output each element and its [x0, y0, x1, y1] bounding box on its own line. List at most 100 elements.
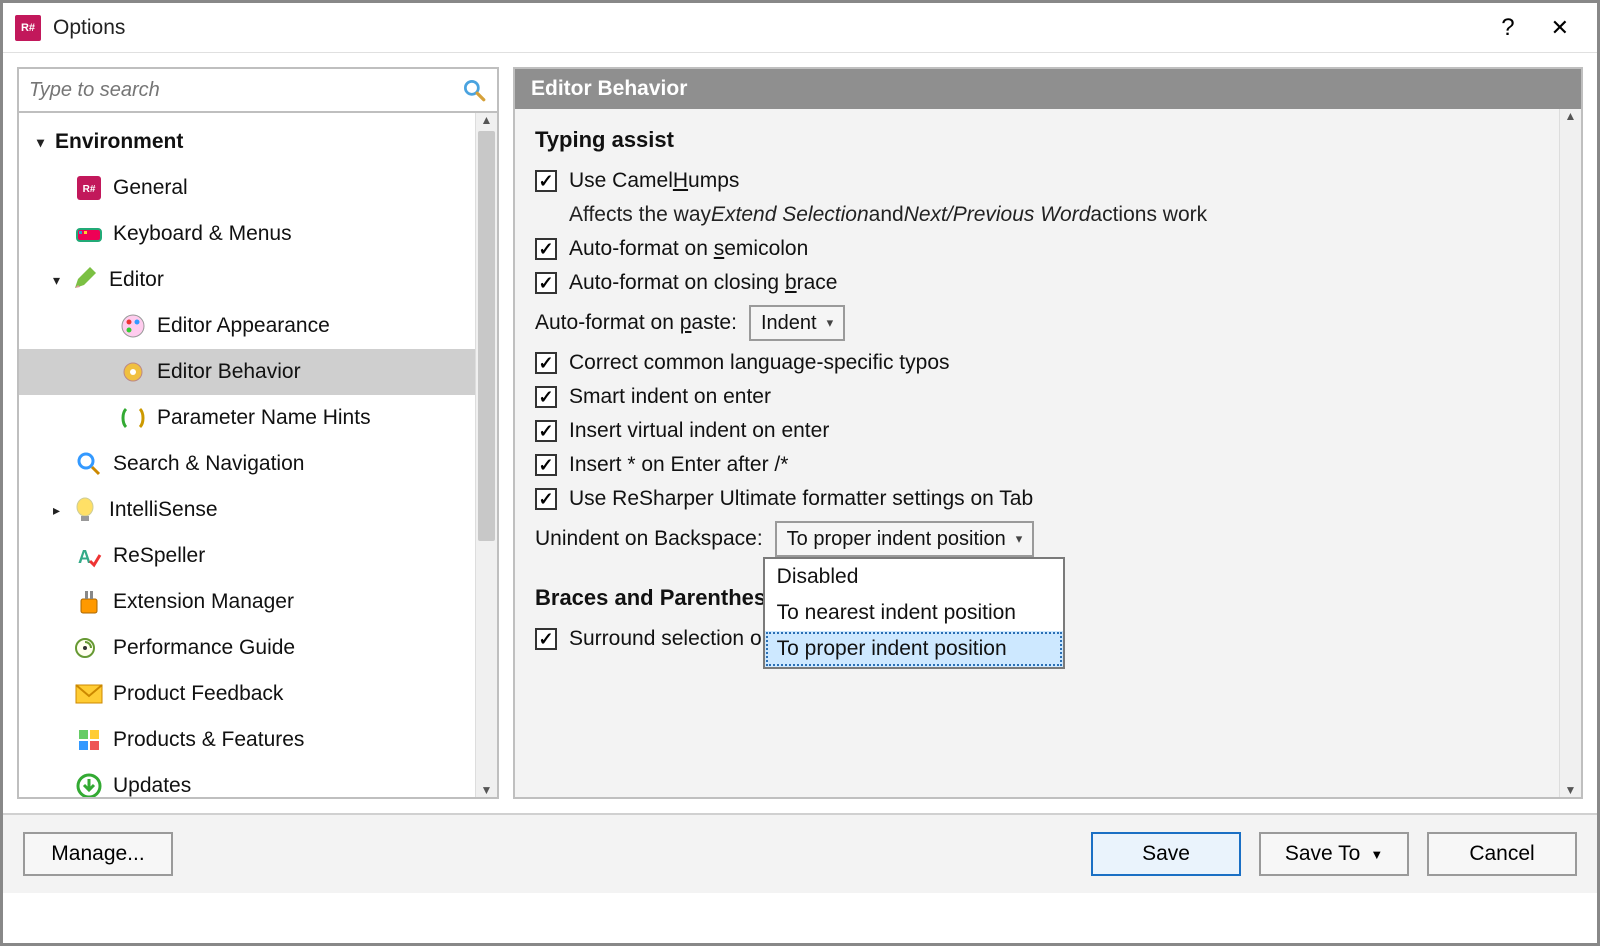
checkbox-camelhumps[interactable] — [535, 170, 557, 192]
label-autoformat-semicolon: Auto-format on semicolon — [569, 237, 808, 261]
content-scrollbar[interactable]: ▲ ▼ — [1559, 109, 1581, 797]
select-unindent[interactable]: To proper indent position ▾ — [775, 521, 1035, 557]
tree-item-performance-guide[interactable]: Performance Guide — [19, 625, 475, 671]
tree-scrollbar[interactable]: ▲ ▼ — [475, 113, 497, 797]
row-autoformat-paste: Auto-format on paste: Indent ▾ — [535, 305, 1561, 341]
label-smart-indent: Smart indent on enter — [569, 385, 771, 409]
label-autoformat-brace: Auto-format on closing brace — [569, 271, 837, 295]
checkbox-autoformat-semicolon[interactable] — [535, 238, 557, 260]
label-typos: Correct common language-specific typos — [569, 351, 950, 375]
palette-icon — [119, 312, 147, 340]
tree-item-keyboard-menus[interactable]: Keyboard & Menus — [19, 211, 475, 257]
mail-icon — [75, 680, 103, 708]
tree-item-label: General — [113, 176, 188, 200]
row-tab-formatter: Use ReSharper Ultimate formatter setting… — [535, 487, 1561, 511]
label-surround: Surround selection on — [569, 627, 773, 651]
svg-text:A: A — [78, 547, 91, 567]
section-typing-assist: Typing assist — [535, 127, 1561, 153]
checkbox-insert-star[interactable] — [535, 454, 557, 476]
tree-item-label: Products & Features — [113, 728, 304, 752]
tree-item-label: Keyboard & Menus — [113, 222, 292, 246]
tree-item-label: Editor Behavior — [157, 360, 301, 384]
footer: Manage... Save Save To ▼ Cancel — [3, 813, 1597, 893]
tree-root-environment[interactable]: ▾ Environment — [19, 119, 475, 165]
label-tab-formatter: Use ReSharper Ultimate formatter setting… — [569, 487, 1033, 511]
dropdown-unindent: Disabled To nearest indent position To p… — [763, 557, 1065, 669]
app-icon: R# — [75, 174, 103, 202]
options-tree[interactable]: ▾ Environment R# General Keyboard & Menus ▾… — [19, 113, 475, 797]
row-smart-indent: Smart indent on enter — [535, 385, 1561, 409]
respell-icon: A — [75, 542, 103, 570]
chevron-down-icon: ▼ — [1370, 847, 1383, 862]
label-unindent: Unindent on Backspace: — [535, 527, 763, 551]
dropdown-option[interactable]: Disabled — [765, 559, 1063, 595]
tree-item-label: Extension Manager — [113, 590, 294, 614]
tree-item-products-features[interactable]: Products & Features — [19, 717, 475, 763]
tree-item-parameter-name-hints[interactable]: Parameter Name Hints — [19, 395, 475, 441]
tree-item-editor-behavior[interactable]: Editor Behavior — [19, 349, 475, 395]
checkbox-typos[interactable] — [535, 352, 557, 374]
tree-item-label: Editor — [109, 268, 164, 292]
svg-text:R#: R# — [83, 184, 96, 195]
label-autoformat-paste: Auto-format on paste: — [535, 311, 737, 335]
search-input[interactable] — [29, 79, 461, 102]
chevron-down-icon: ▾ — [1016, 531, 1023, 547]
tree-item-label: ReSpeller — [113, 544, 205, 568]
titlebar: R# Options ? ✕ — [3, 3, 1597, 53]
tree-item-general[interactable]: R# General — [19, 165, 475, 211]
row-virtual-indent: Insert virtual indent on enter — [535, 419, 1561, 443]
tree-item-editor-appearance[interactable]: Editor Appearance — [19, 303, 475, 349]
save-to-button[interactable]: Save To ▼ — [1259, 832, 1409, 876]
tree-item-search-navigation[interactable]: Search & Navigation — [19, 441, 475, 487]
dropdown-option[interactable]: To proper indent position — [765, 631, 1063, 667]
sidebar: ▾ Environment R# General Keyboard & Menus ▾… — [17, 67, 499, 799]
checkbox-autoformat-brace[interactable] — [535, 272, 557, 294]
label-camelhumps: Use CamelHumps — [569, 169, 739, 193]
close-button[interactable]: ✕ — [1535, 15, 1585, 41]
row-unindent: Unindent on Backspace: To proper indent … — [535, 521, 1561, 557]
tree-item-product-feedback[interactable]: Product Feedback — [19, 671, 475, 717]
row-insert-star: Insert * on Enter after /* — [535, 453, 1561, 477]
tree-item-label: Editor Appearance — [157, 314, 330, 338]
app-icon: R# — [15, 15, 41, 41]
pencil-icon — [71, 266, 99, 294]
tree-item-extension-manager[interactable]: Extension Manager — [19, 579, 475, 625]
row-typos: Correct common language-specific typos — [535, 351, 1561, 375]
checkbox-smart-indent[interactable] — [535, 386, 557, 408]
checkbox-tab-formatter[interactable] — [535, 488, 557, 510]
tree-item-label: Parameter Name Hints — [157, 406, 371, 430]
perf-icon — [75, 634, 103, 662]
checkbox-virtual-indent[interactable] — [535, 420, 557, 442]
row-autoformat-brace: Auto-format on closing brace — [535, 271, 1561, 295]
gear-icon — [119, 358, 147, 386]
select-autoformat-paste[interactable]: Indent ▾ — [749, 305, 845, 341]
content-header: Editor Behavior — [515, 69, 1581, 109]
help-button[interactable]: ? — [1481, 14, 1534, 42]
tree-item-label: Performance Guide — [113, 636, 295, 660]
window-title: Options — [53, 16, 1481, 40]
chevron-down-icon: ▾ — [827, 315, 834, 331]
tree-item-intellisense[interactable]: ▸IntelliSense — [19, 487, 475, 533]
manage-button[interactable]: Manage... — [23, 832, 173, 876]
row-camelhumps: Use CamelHumps — [535, 169, 1561, 193]
update-icon — [75, 772, 103, 797]
cancel-button[interactable]: Cancel — [1427, 832, 1577, 876]
search-icon[interactable] — [461, 77, 487, 103]
tree-item-label: Updates — [113, 774, 191, 797]
bulb-icon — [71, 496, 99, 524]
label-insert-star: Insert * on Enter after /* — [569, 453, 788, 477]
tree-item-respeller[interactable]: A ReSpeller — [19, 533, 475, 579]
ext-icon — [75, 588, 103, 616]
dropdown-option[interactable]: To nearest indent position — [765, 595, 1063, 631]
param-icon — [119, 404, 147, 432]
save-button[interactable]: Save — [1091, 832, 1241, 876]
tree-item-label: Product Feedback — [113, 682, 283, 706]
tree-item-updates[interactable]: Updates — [19, 763, 475, 797]
grid-icon — [75, 726, 103, 754]
checkbox-surround[interactable] — [535, 628, 557, 650]
content-pane: Editor Behavior Typing assist Use CamelH… — [513, 67, 1583, 799]
label-virtual-indent: Insert virtual indent on enter — [569, 419, 829, 443]
row-autoformat-semicolon: Auto-format on semicolon — [535, 237, 1561, 261]
tree-item-label: IntelliSense — [109, 498, 218, 522]
tree-item-editor[interactable]: ▾Editor — [19, 257, 475, 303]
